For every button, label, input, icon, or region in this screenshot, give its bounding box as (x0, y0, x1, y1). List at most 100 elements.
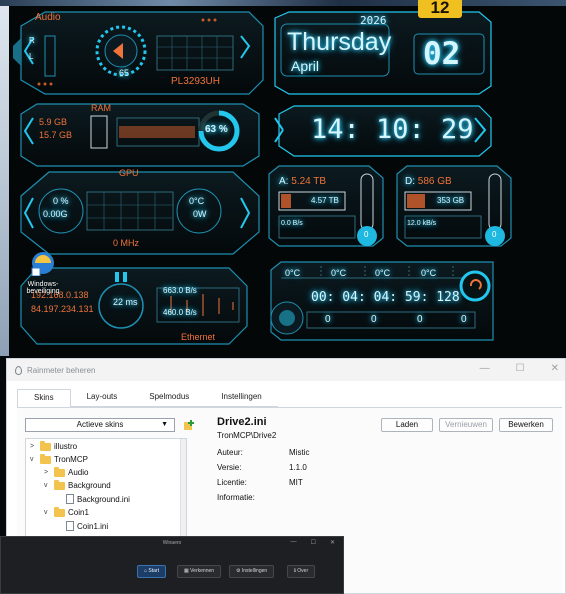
date-weekday: Thursday (287, 28, 392, 56)
close-button[interactable]: ✕ (330, 539, 335, 546)
version-value: 1.1.0 (289, 463, 307, 472)
tab-settings[interactable]: Instellingen (205, 389, 278, 407)
load-button[interactable]: Laden (381, 418, 433, 432)
drive-a-header: A: 5.24 TB (279, 176, 327, 187)
audio-channel-left: L (29, 52, 34, 61)
expand-arrow-icon[interactable]: > (44, 469, 51, 476)
maximize-button[interactable]: ☐ (311, 539, 316, 546)
explore-button[interactable]: ▦ Verkennen (177, 565, 222, 578)
author-value: Mistic (289, 448, 310, 457)
minimize-button[interactable]: — (291, 539, 297, 546)
clock-time: 14: 10: 29 (311, 114, 474, 145)
tab-layouts[interactable]: Lay-outs (70, 389, 134, 407)
tree-item-background[interactable]: v Background (44, 479, 111, 490)
audio-channel-right: R (29, 36, 35, 45)
expand-arrow-icon[interactable]: > (30, 443, 37, 450)
network-ping: 22 ms (113, 297, 138, 307)
tab-bar: Skins Lay-outs Spelmodus Instellingen (17, 389, 278, 407)
information-label: Informatie: (217, 493, 255, 502)
audio-panel (13, 11, 264, 95)
tree-item-coin1[interactable]: v Coin1 (44, 506, 89, 517)
active-skins-dropdown[interactable]: Actieve skins ▼ (25, 418, 175, 432)
temp-2: 0°C (331, 268, 347, 278)
tab-game-mode[interactable]: Spelmodus (133, 389, 206, 407)
file-icon (66, 494, 74, 504)
winaero-controls: — ☐ ✕ (291, 539, 335, 546)
tree-item-coin1-ini[interactable]: Coin1.ini (66, 521, 108, 531)
drive-d-gauge-value: 0 (492, 230, 497, 239)
collapse-arrow-icon[interactable]: v (44, 509, 51, 516)
windows-security-icon (31, 252, 54, 277)
tree-item-illustro[interactable]: > illustro (30, 440, 78, 451)
skin-info: Drive2.ini TronMCP\Drive2 Auteur: Mistic… (217, 416, 309, 508)
date-year: 2026 (360, 14, 387, 27)
folder-icon (54, 479, 65, 490)
network-label: Ethernet (181, 332, 216, 342)
desktop-shortcut[interactable]: Windows-beveiliging (18, 250, 68, 295)
page-number-badge: 12 (418, 0, 462, 18)
winaero-window: Winaero — ☐ ✕ ⌂ Start ▦ Verkennen ⚙ Inst… (0, 536, 344, 594)
tree-label: Coin1.ini (77, 521, 109, 531)
tree-label: Background.ini (77, 494, 130, 504)
gpu-title: GPU (119, 168, 139, 178)
audio-volume: 65 (119, 68, 130, 78)
date-day: 02 (423, 36, 461, 72)
date-month: April (291, 58, 320, 74)
temp-4: 0°C (421, 268, 437, 278)
tree-label: TronMCP (54, 455, 88, 464)
tab-skins[interactable]: Skins (17, 389, 71, 407)
network-upload: 460.0 B/s (163, 308, 197, 317)
edit-button[interactable]: Bewerken (499, 418, 553, 432)
ram-percent: 63 % (205, 124, 228, 135)
about-button[interactable]: ℹ Over (287, 565, 316, 578)
skin-metadata: Auteur: Mistic Versie: 1.1.0 Licentie: M… (217, 448, 309, 508)
folder-icon (40, 453, 51, 464)
file-icon (66, 521, 74, 531)
rainmeter-drop-icon (15, 365, 22, 375)
skin-path: TronMCP\Drive2 (217, 431, 277, 440)
window-title: Rainmeter beheren (27, 365, 96, 375)
drive-a-free: 4.57 TB (311, 196, 339, 205)
minimize-button[interactable]: — (480, 363, 490, 374)
temp-1: 0°C (285, 268, 301, 278)
tree-label: illustro (54, 442, 78, 451)
gpu-clock: 0 MHz (113, 238, 140, 248)
tree-item-audio[interactable]: > Audio (44, 466, 89, 477)
collapse-arrow-icon[interactable]: v (44, 482, 51, 489)
tree-label: Background (68, 481, 111, 490)
rainmeter-dashboard: Audio R L 65 PL3293UH 2026 Thursday Apri… (9, 6, 566, 358)
maximize-button[interactable]: ☐ (516, 363, 525, 374)
start-button[interactable]: ⌂ Start (137, 565, 166, 578)
temp-3: 0°C (375, 268, 391, 278)
add-skin-icon[interactable] (183, 419, 195, 431)
tree-item-background-ini[interactable]: Background.ini (66, 494, 130, 504)
collapse-arrow-icon[interactable]: v (30, 456, 37, 463)
tree-label: Audio (68, 468, 89, 477)
drive-d-rate: 12.0 kB/s (407, 220, 437, 227)
settings-button[interactable]: ⚙ Instellingen (229, 565, 275, 578)
ram-total: 5.9 GB (39, 117, 68, 127)
version-label: Versie: (217, 463, 242, 472)
audio-title: Audio (35, 12, 61, 23)
audio-device: PL3293UH (171, 76, 220, 87)
folder-icon (54, 466, 65, 477)
drive-a-rate: 0.0 B/s (281, 220, 303, 227)
uptime-value: 00: 04: 04: 59: 128 (311, 290, 460, 305)
desktop-edge (0, 6, 9, 356)
refresh-button[interactable]: Vernieuwen (439, 418, 493, 432)
counter-2: 0 (371, 314, 377, 325)
skin-name: Drive2.ini (217, 416, 267, 428)
chevron-down-icon: ▼ (161, 421, 168, 428)
gpu-power: 0W (193, 209, 207, 219)
close-button[interactable]: ✕ (551, 363, 559, 374)
author-label: Auteur: (217, 448, 243, 457)
gpu-temp: 0°C (189, 196, 205, 206)
window-controls: — ☐ ✕ (480, 363, 559, 374)
license-value: MIT (289, 478, 303, 487)
folder-icon (54, 506, 65, 517)
drive-d-header: D: 586 GB (405, 176, 452, 187)
desktop-shortcut-label: Windows-beveiliging (26, 281, 60, 295)
drive-d-free: 353 GB (437, 196, 465, 205)
folder-icon (40, 440, 51, 451)
tree-item-tronmcp[interactable]: v TronMCP (30, 453, 88, 464)
